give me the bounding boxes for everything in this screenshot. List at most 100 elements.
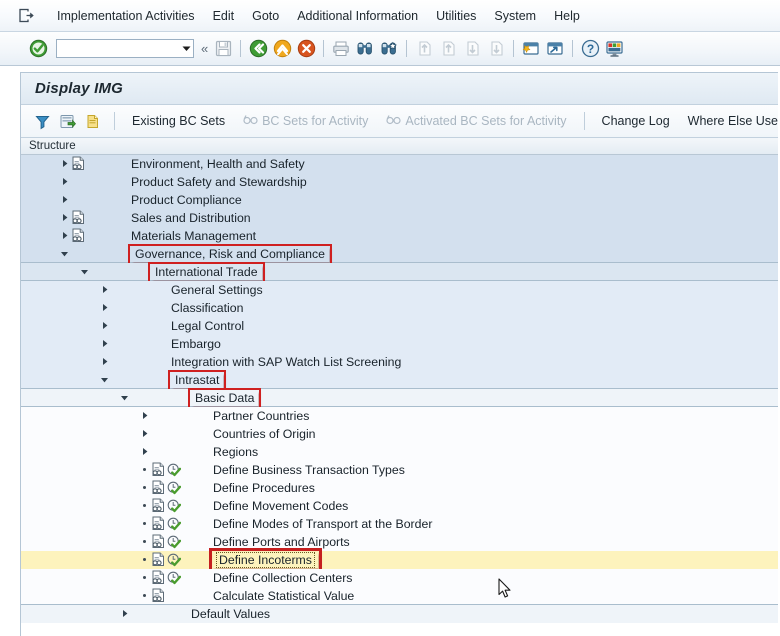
tree-row[interactable]: Product Compliance xyxy=(21,191,778,209)
img-documentation-icon[interactable] xyxy=(150,461,166,479)
tree-item-text[interactable]: Environment, Health and Safety xyxy=(131,157,305,171)
menu-implementation-activities[interactable]: Implementation Activities xyxy=(48,6,204,26)
execute-activity-icon[interactable] xyxy=(166,461,182,479)
tree-item-text[interactable]: Calculate Statistical Value xyxy=(213,589,354,603)
img-documentation-icon[interactable] xyxy=(70,209,86,227)
tree-row[interactable]: Countries of Origin xyxy=(21,425,778,443)
img-structure-tree[interactable]: Environment, Health and Safety Product Sa… xyxy=(21,155,778,623)
img-documentation-icon[interactable] xyxy=(70,227,86,245)
tree-item-text[interactable]: Regions xyxy=(213,445,258,459)
tree-item-text[interactable]: Integration with SAP Watch List Screenin… xyxy=(171,355,401,369)
tree-row[interactable]: Embargo xyxy=(21,335,778,353)
tree-row[interactable]: Define Incoterms xyxy=(21,547,778,572)
tree-item-text[interactable]: Product Compliance xyxy=(131,193,242,207)
find-next-icon[interactable] xyxy=(378,38,400,60)
img-documentation-icon[interactable] xyxy=(70,155,86,173)
previous-page-icon[interactable] xyxy=(437,38,459,60)
tree-row[interactable]: Partner Countries xyxy=(21,407,778,425)
img-documentation-icon[interactable] xyxy=(150,587,166,605)
create-shortcut-icon[interactable] xyxy=(544,38,566,60)
print-icon[interactable] xyxy=(330,38,352,60)
menu-utilities[interactable]: Utilities xyxy=(427,6,485,26)
tree-item-text[interactable]: Default Values xyxy=(191,607,270,621)
tree-row[interactable]: General Settings xyxy=(21,281,778,299)
double-chevron-left-icon[interactable]: « xyxy=(198,41,211,56)
funnel-icon[interactable] xyxy=(31,110,53,132)
img-documentation-icon[interactable] xyxy=(150,551,166,569)
chevron-right-icon[interactable] xyxy=(99,353,110,371)
tree-item-text[interactable]: Partner Countries xyxy=(213,409,309,423)
tree-item-text[interactable]: Embargo xyxy=(171,337,221,351)
chevron-right-icon[interactable] xyxy=(139,443,150,461)
tree-row[interactable]: Define Procedures xyxy=(21,479,778,497)
execute-activity-icon[interactable] xyxy=(166,515,182,533)
command-input[interactable] xyxy=(57,41,179,56)
next-page-icon[interactable] xyxy=(461,38,483,60)
tree-item-text[interactable]: Define Modes of Transport at the Border xyxy=(213,517,432,531)
chevron-right-icon[interactable] xyxy=(139,425,150,443)
chevron-right-icon[interactable] xyxy=(59,227,70,245)
tree-item-text[interactable]: Classification xyxy=(171,301,243,315)
img-documentation-icon[interactable] xyxy=(150,479,166,497)
tree-item-text[interactable]: Countries of Origin xyxy=(213,427,316,441)
menu-edit[interactable]: Edit xyxy=(204,6,244,26)
img-documentation-icon[interactable] xyxy=(150,497,166,515)
chevron-down-icon[interactable] xyxy=(59,245,70,263)
tree-row[interactable]: Materials Management xyxy=(21,227,778,245)
tree-row[interactable]: Define Collection Centers xyxy=(21,569,778,587)
tree-row[interactable]: Environment, Health and Safety xyxy=(21,155,778,173)
first-page-icon[interactable] xyxy=(413,38,435,60)
execute-activity-icon[interactable] xyxy=(166,533,182,551)
tree-row[interactable]: Sales and Distribution xyxy=(21,209,778,227)
back-icon[interactable] xyxy=(247,38,269,60)
execute-activity-icon[interactable] xyxy=(166,497,182,515)
where-else-used-button[interactable]: Where Else Used xyxy=(679,111,778,131)
tree-item-text[interactable]: Define Movement Codes xyxy=(213,499,348,513)
menu-help[interactable]: Help xyxy=(545,6,589,26)
command-field[interactable] xyxy=(56,39,194,58)
tree-item-text[interactable]: Define Business Transaction Types xyxy=(213,463,405,477)
chevron-right-icon[interactable] xyxy=(59,173,70,191)
chevron-right-icon[interactable] xyxy=(99,299,110,317)
tree-row[interactable]: Define Movement Codes xyxy=(21,497,778,515)
chevron-right-icon[interactable] xyxy=(59,155,70,173)
chevron-right-icon[interactable] xyxy=(59,191,70,209)
tree-item-text[interactable]: Define Procedures xyxy=(213,481,315,495)
activated-bc-sets-for-activity-button[interactable]: Activated BC Sets for Activity xyxy=(377,111,575,131)
tree-item-text[interactable]: Legal Control xyxy=(171,319,244,333)
tree-item-text[interactable]: Product Safety and Stewardship xyxy=(131,175,307,189)
last-page-icon[interactable] xyxy=(485,38,507,60)
change-log-button[interactable]: Change Log xyxy=(593,111,679,131)
execute-activity-icon[interactable] xyxy=(166,479,182,497)
exit-icon[interactable] xyxy=(271,38,293,60)
execute-activity-icon[interactable] xyxy=(166,551,182,569)
create-session-icon[interactable] xyxy=(520,38,542,60)
existing-bc-sets-button[interactable]: Existing BC Sets xyxy=(123,111,234,131)
find-icon[interactable] xyxy=(354,38,376,60)
tree-row[interactable]: Legal Control xyxy=(21,317,778,335)
tree-row[interactable]: Integration with SAP Watch List Screenin… xyxy=(21,353,778,371)
tree-row[interactable]: Default Values xyxy=(21,605,778,623)
chevron-right-icon[interactable] xyxy=(119,605,130,623)
tree-row[interactable]: Define Business Transaction Types xyxy=(21,461,778,479)
tree-item-text[interactable]: Define Collection Centers xyxy=(213,571,352,585)
tree-row[interactable]: International Trade xyxy=(21,261,778,283)
yellow-note-icon[interactable] xyxy=(81,110,103,132)
tree-row[interactable]: Calculate Statistical Value xyxy=(21,587,778,605)
expand-node-icon[interactable] xyxy=(56,110,78,132)
customize-local-layout-icon[interactable] xyxy=(603,38,625,60)
img-documentation-icon[interactable] xyxy=(150,569,166,587)
tree-item-text[interactable]: Sales and Distribution xyxy=(131,211,251,225)
chevron-right-icon[interactable] xyxy=(99,281,110,299)
chevron-down-icon[interactable] xyxy=(79,263,90,281)
chevron-down-icon[interactable] xyxy=(119,389,130,407)
tree-row[interactable]: Basic Data xyxy=(21,387,778,409)
img-documentation-icon[interactable] xyxy=(150,533,166,551)
tree-row[interactable]: Regions xyxy=(21,443,778,461)
tree-row[interactable]: Define Ports and Airports xyxy=(21,533,778,551)
tree-row[interactable]: Governance, Risk and Compliance xyxy=(21,243,778,265)
chevron-down-icon[interactable] xyxy=(179,40,193,57)
green-check-enter-icon[interactable] xyxy=(27,38,49,60)
bc-sets-for-activity-button[interactable]: BC Sets for Activity xyxy=(234,111,377,131)
tree-row[interactable]: Product Safety and Stewardship xyxy=(21,173,778,191)
